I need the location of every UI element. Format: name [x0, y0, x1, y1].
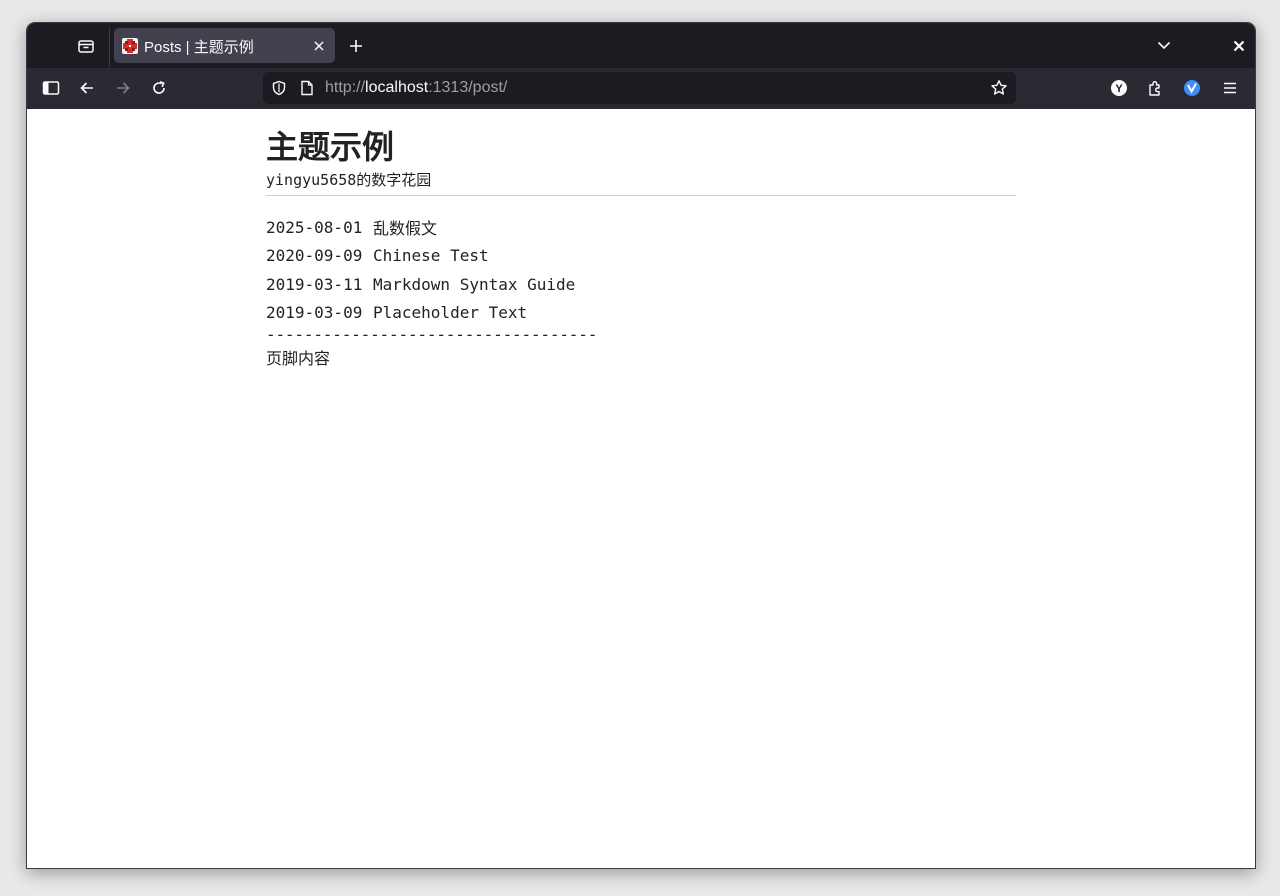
shield-icon[interactable] — [269, 78, 289, 98]
page-icon[interactable] — [297, 78, 317, 98]
post-date: 2019-03-09 — [266, 303, 363, 323]
new-tab-icon[interactable] — [346, 36, 366, 56]
y-extension-icon[interactable]: Y — [1109, 78, 1129, 98]
header-divider — [266, 195, 1016, 196]
close-tab-icon[interactable] — [310, 37, 328, 55]
post-link[interactable]: 乱数假文 — [373, 215, 437, 239]
url-path: :1313/post/ — [428, 79, 508, 96]
list-item: 2025-08-01 乱数假文 — [266, 213, 575, 242]
post-date: 2020-09-09 — [266, 246, 363, 266]
list-item: 2019-03-11 Markdown Syntax Guide — [266, 270, 575, 299]
tab-posts[interactable]: Posts | 主题示例 — [114, 28, 335, 63]
tab-separator — [109, 27, 110, 67]
post-link[interactable]: Placeholder Text — [373, 303, 527, 322]
site-subtitle: yingyu5658的数字花园 — [266, 171, 432, 189]
firefox-view-icon[interactable] — [76, 36, 96, 56]
url-text[interactable]: http://localhost:1313/post/ — [325, 79, 507, 97]
footer-text: 页脚内容 — [266, 349, 331, 368]
menu-icon[interactable] — [1220, 78, 1240, 98]
sidebar-icon[interactable] — [41, 78, 61, 98]
page-content: 主题示例 yingyu5658的数字花园 2025-08-01 乱数假文 2020… — [27, 109, 1255, 868]
post-date: 2019-03-11 — [266, 274, 363, 294]
navigation-toolbar: http://localhost:1313/post/ Y — [27, 68, 1255, 109]
close-window-icon[interactable] — [1229, 36, 1249, 56]
list-all-tabs-icon[interactable] — [1154, 35, 1174, 55]
reload-icon[interactable] — [149, 78, 169, 98]
address-bar[interactable]: http://localhost:1313/post/ — [263, 72, 1016, 104]
post-link[interactable]: Markdown Syntax Guide — [373, 275, 575, 294]
site-title[interactable]: 主题示例 — [266, 127, 394, 167]
tab-bar: Posts | 主题示例 — [27, 23, 1255, 68]
back-icon[interactable] — [77, 78, 97, 98]
post-list: 2025-08-01 乱数假文 2020-09-09 Chinese Test 20… — [266, 213, 575, 327]
url-host: localhost — [365, 79, 429, 96]
site-favicon — [122, 38, 138, 54]
extensions-icon[interactable] — [1145, 78, 1165, 98]
post-link[interactable]: Chinese Test — [373, 246, 489, 265]
browser-window: Posts | 主题示例 http://localhost:1313/post/… — [26, 22, 1256, 869]
url-scheme: http:// — [325, 79, 366, 96]
svg-text:Y: Y — [1115, 83, 1123, 95]
tab-title: Posts | 主题示例 — [144, 39, 254, 56]
list-item: 2019-03-09 Placeholder Text — [266, 299, 575, 328]
bookmark-star-icon[interactable] — [989, 78, 1009, 98]
list-item: 2020-09-09 Chinese Test — [266, 242, 575, 271]
v-extension-icon[interactable] — [1182, 78, 1202, 98]
forward-icon[interactable] — [113, 78, 133, 98]
footer-divider: ----------------------------------- — [266, 325, 598, 344]
post-date: 2025-08-01 — [266, 217, 363, 237]
